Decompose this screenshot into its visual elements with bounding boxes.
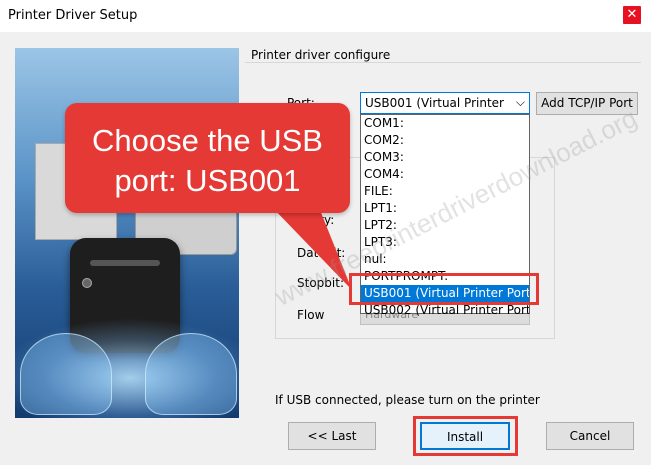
close-icon[interactable]: ✕ — [623, 6, 641, 24]
port-select[interactable]: USB001 (Virtual Printer P ⌵ — [360, 92, 530, 114]
install-highlight-box — [413, 416, 518, 456]
port-select-value: USB001 (Virtual Printer P — [365, 96, 505, 110]
chevron-down-icon[interactable]: ⌵ — [516, 95, 525, 110]
port-option[interactable]: COM1: — [361, 115, 529, 132]
callout-line-1: Choose the USB — [92, 123, 323, 158]
title-bar: Printer Driver Setup ✕ — [0, 0, 651, 32]
group-title: Printer driver configure — [249, 48, 393, 62]
callout-line-2: port: USB001 — [114, 163, 301, 198]
instruction-callout: Choose the USB port: USB001 — [65, 103, 350, 213]
cancel-button[interactable]: Cancel — [546, 422, 634, 450]
hand-left — [20, 333, 112, 415]
paper-slot — [90, 260, 160, 266]
hand-right — [145, 333, 237, 415]
flow-label: Flow — [297, 308, 325, 322]
last-button[interactable]: << Last — [288, 422, 376, 450]
status-message: If USB connected, please turn on the pri… — [275, 393, 540, 407]
port-option[interactable]: COM2: — [361, 132, 529, 149]
window-title: Printer Driver Setup — [8, 8, 138, 23]
printer-button — [82, 278, 92, 288]
callout-text: Choose the USB port: USB001 — [65, 121, 350, 201]
parity-label: Parity: — [297, 213, 335, 227]
port-option[interactable]: COM3: — [361, 149, 529, 166]
selection-highlight-box — [349, 273, 539, 305]
